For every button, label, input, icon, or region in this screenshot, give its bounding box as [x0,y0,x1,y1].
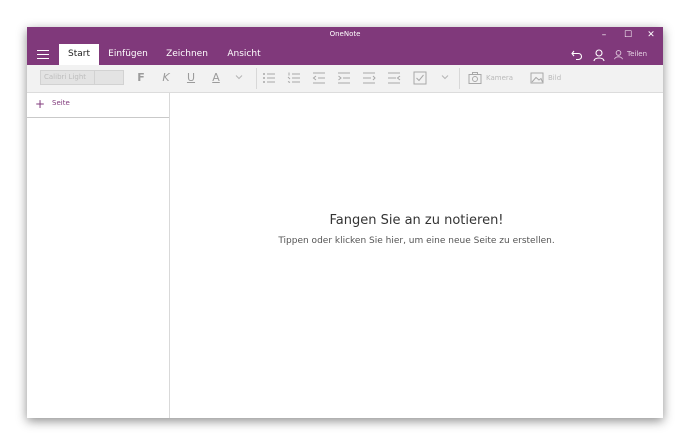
maximize-button[interactable]: ☐ [616,27,640,44]
indent-paragraph-icon[interactable] [362,71,376,85]
add-page-button[interactable]: + Seite [27,93,169,118]
window-title: OneNote [329,30,361,38]
onenote-window: OneNote – ☐ ✕ Start Einfügen Zeichnen An… [27,27,663,418]
note-canvas[interactable]: Fangen Sie an zu notieren! Tippen oder k… [170,93,663,418]
page-list-sidebar: + Seite [27,93,170,418]
font-color-button[interactable]: A [209,70,223,86]
minimize-button[interactable]: – [592,27,616,44]
plus-icon: + [35,97,46,111]
font-size-box[interactable] [95,70,124,85]
bold-button[interactable]: F [134,70,148,86]
checkbox-icon[interactable] [413,71,427,85]
chevron-down-icon[interactable] [235,73,243,81]
font-name-box[interactable]: Calibri Light [40,70,95,85]
title-bar[interactable]: OneNote – ☐ ✕ [27,27,663,44]
tab-einfuegen[interactable]: Einfügen [104,44,152,65]
close-button[interactable]: ✕ [639,27,663,44]
decrease-indent-icon[interactable] [312,71,326,85]
picture-icon[interactable] [530,71,544,85]
increase-indent-icon[interactable] [337,71,351,85]
undo-icon[interactable] [570,48,584,62]
tab-start[interactable]: Start [59,44,99,65]
camera-label[interactable]: Kamera [486,71,513,85]
picture-label[interactable]: Bild [548,71,561,85]
hamburger-menu-icon[interactable] [37,49,49,59]
underline-button[interactable]: U [184,70,198,86]
share-person-icon[interactable] [613,49,624,60]
formatting-toolbar: Calibri Light F K U A Kamera Bild [27,65,663,93]
bullet-list-icon[interactable] [262,71,276,85]
outdent-paragraph-icon[interactable] [387,71,401,85]
empty-state-hint: Tippen oder klicken Sie hier, um eine ne… [278,236,555,246]
share-button[interactable]: Teilen [627,44,647,65]
italic-button[interactable]: K [159,70,173,86]
camera-icon[interactable] [468,71,482,85]
empty-state-title: Fangen Sie an zu notieren! [329,213,504,228]
tab-zeichnen[interactable]: Zeichnen [163,44,211,65]
numbered-list-icon[interactable] [287,71,301,85]
checkbox-dropdown-icon[interactable] [441,73,449,81]
add-page-label: Seite [52,99,70,107]
account-icon[interactable] [592,48,606,62]
tab-ansicht[interactable]: Ansicht [222,44,266,65]
ribbon-tab-bar: Start Einfügen Zeichnen Ansicht Teilen [27,44,663,65]
toolbar-divider [256,68,257,89]
toolbar-divider [459,68,460,89]
